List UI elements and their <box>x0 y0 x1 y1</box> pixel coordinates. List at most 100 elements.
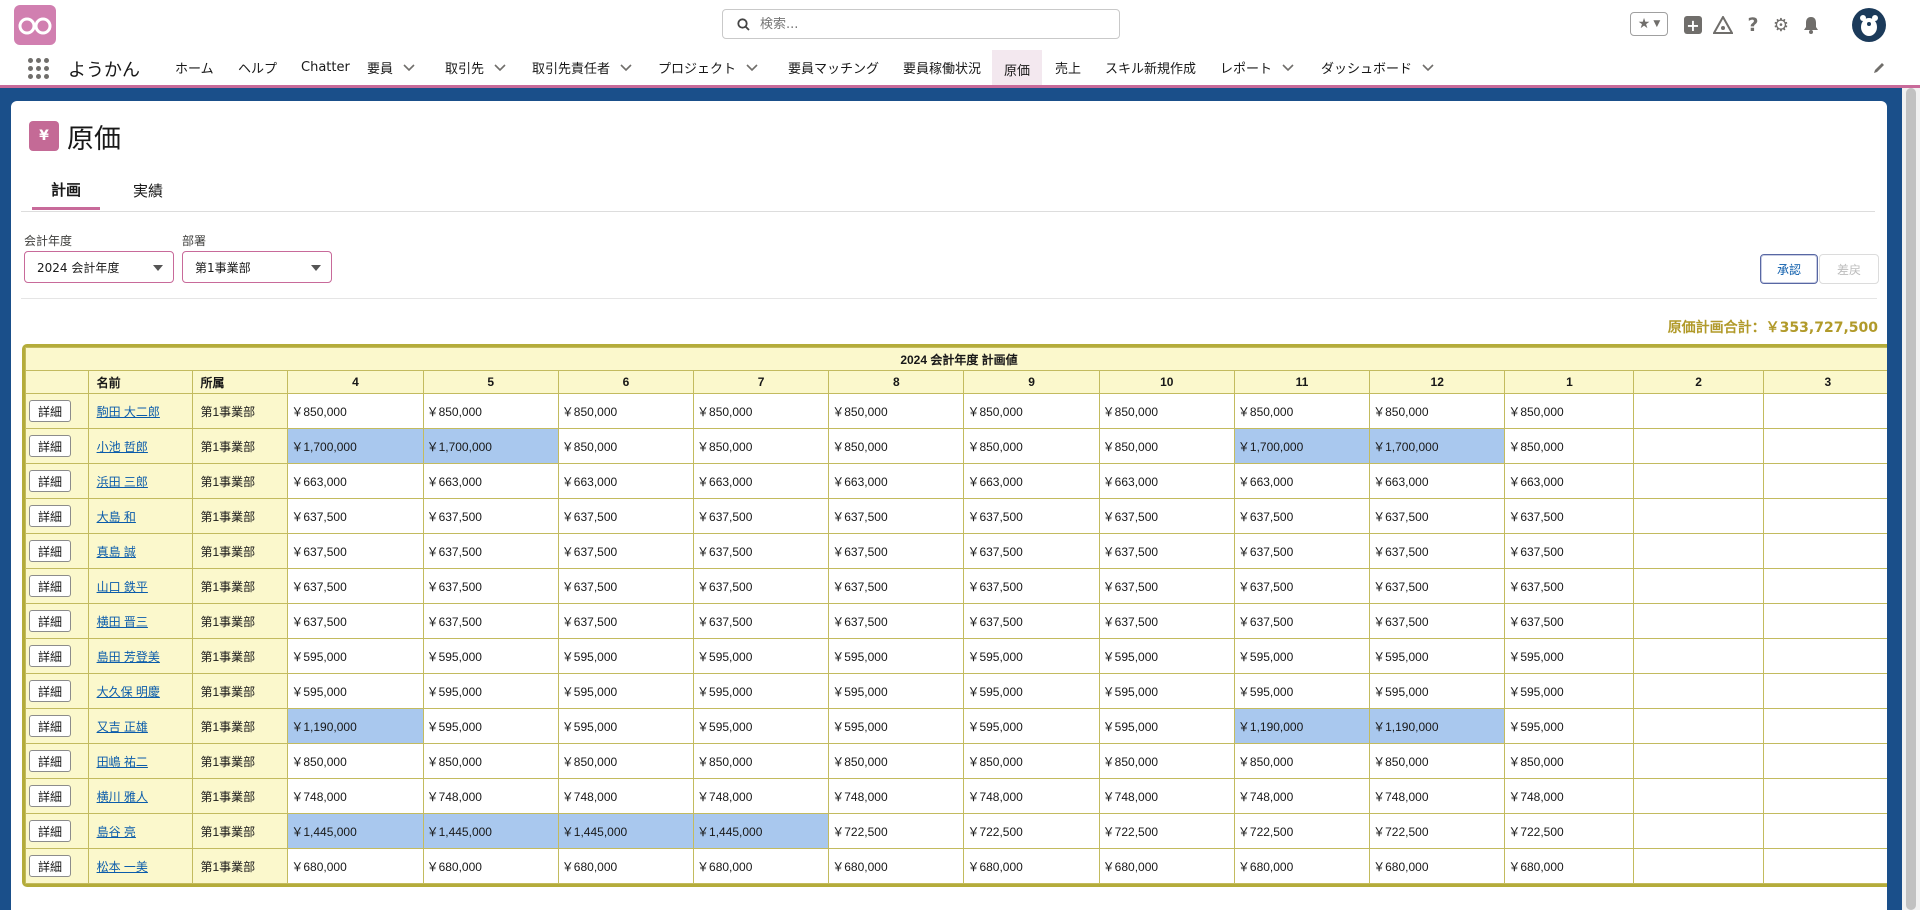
notification-bell-icon[interactable] <box>1800 14 1822 36</box>
month-value-cell[interactable]: ￥595,000 <box>963 673 1100 709</box>
month-value-cell[interactable]: ￥595,000 <box>1233 638 1371 674</box>
month-value-cell[interactable]: ￥637,500 <box>422 498 559 534</box>
nav-item-2[interactable]: Chatter <box>301 50 350 85</box>
month-value-cell[interactable]: ￥637,500 <box>828 533 965 569</box>
month-value-cell[interactable]: ￥595,000 <box>693 638 830 674</box>
month-value-cell[interactable]: ￥595,000 <box>422 638 559 674</box>
month-value-cell[interactable]: ￥637,500 <box>693 498 830 534</box>
month-value-cell[interactable] <box>1762 533 1887 569</box>
month-value-cell[interactable]: ￥637,500 <box>963 603 1100 639</box>
month-value-cell[interactable]: ￥595,000 <box>422 673 559 709</box>
nav-item-13[interactable]: ダッシュボード <box>1321 50 1434 85</box>
chevron-down-icon[interactable] <box>494 63 506 72</box>
month-value-cell[interactable]: ￥595,000 <box>1504 708 1635 744</box>
month-value-cell[interactable]: ￥722,500 <box>1233 813 1371 849</box>
month-value-cell[interactable]: ￥850,000 <box>963 743 1100 779</box>
month-value-cell[interactable]: ￥1,190,000 <box>1233 708 1371 744</box>
month-value-cell[interactable]: ￥850,000 <box>1369 743 1506 779</box>
page-scrollbar[interactable] <box>1902 88 1920 910</box>
month-value-cell[interactable]: ￥722,500 <box>1369 813 1506 849</box>
month-value-cell[interactable] <box>1633 778 1764 814</box>
month-value-cell[interactable]: ￥637,500 <box>422 568 559 604</box>
month-value-cell[interactable] <box>1633 568 1764 604</box>
month-value-cell[interactable]: ￥637,500 <box>1233 568 1371 604</box>
month-value-cell[interactable]: ￥637,500 <box>1369 498 1506 534</box>
month-value-cell[interactable]: ￥850,000 <box>1504 743 1635 779</box>
month-value-cell[interactable]: ￥637,500 <box>693 568 830 604</box>
month-value-cell[interactable]: ￥680,000 <box>693 848 830 884</box>
month-value-cell[interactable] <box>1762 673 1887 709</box>
employee-name-link[interactable]: 真島 誠 <box>97 545 136 559</box>
detail-button[interactable]: 詳細 <box>29 715 71 737</box>
detail-button[interactable]: 詳細 <box>29 400 71 422</box>
month-value-cell[interactable]: ￥637,500 <box>557 568 695 604</box>
month-value-cell[interactable]: ￥850,000 <box>1233 743 1371 779</box>
detail-button[interactable]: 詳細 <box>29 820 71 842</box>
detail-button[interactable]: 詳細 <box>29 785 71 807</box>
month-value-cell[interactable]: ￥722,500 <box>963 813 1100 849</box>
month-value-cell[interactable]: ￥595,000 <box>422 708 559 744</box>
global-actions-add-icon[interactable]: + <box>1684 16 1702 35</box>
edit-nav-pencil-icon[interactable] <box>1872 60 1886 79</box>
month-value-cell[interactable]: ￥850,000 <box>693 743 830 779</box>
month-value-cell[interactable]: ￥637,500 <box>963 498 1100 534</box>
month-value-cell[interactable]: ￥748,000 <box>557 778 695 814</box>
month-value-cell[interactable]: ￥637,500 <box>828 603 965 639</box>
month-value-cell[interactable] <box>1762 568 1887 604</box>
month-value-cell[interactable] <box>1633 673 1764 709</box>
month-value-cell[interactable]: ￥850,000 <box>1504 428 1635 464</box>
month-value-cell[interactable]: ￥637,500 <box>1504 533 1635 569</box>
month-value-cell[interactable]: ￥850,000 <box>828 428 965 464</box>
revert-button[interactable]: 差戻 <box>1819 254 1879 284</box>
month-value-cell[interactable]: ￥850,000 <box>828 743 965 779</box>
month-value-cell[interactable]: ￥680,000 <box>1233 848 1371 884</box>
month-value-cell[interactable]: ￥637,500 <box>287 533 424 569</box>
month-value-cell[interactable] <box>1633 708 1764 744</box>
month-value-cell[interactable]: ￥637,500 <box>1098 533 1235 569</box>
month-value-cell[interactable]: ￥595,000 <box>828 708 965 744</box>
month-value-cell[interactable]: ￥637,500 <box>557 603 695 639</box>
month-value-cell[interactable]: ￥595,000 <box>557 638 695 674</box>
month-value-cell[interactable]: ￥663,000 <box>1233 463 1371 499</box>
month-value-cell[interactable]: ￥637,500 <box>963 533 1100 569</box>
month-value-cell[interactable]: ￥637,500 <box>1098 498 1235 534</box>
month-value-cell[interactable] <box>1633 813 1764 849</box>
nav-item-5[interactable]: 取引先責任者 <box>532 50 632 85</box>
detail-button[interactable]: 詳細 <box>29 435 71 457</box>
month-value-cell[interactable]: ￥1,445,000 <box>422 813 559 849</box>
chevron-down-icon[interactable] <box>620 63 632 72</box>
month-value-cell[interactable]: ￥637,500 <box>693 533 830 569</box>
month-value-cell[interactable]: ￥850,000 <box>1233 393 1371 429</box>
month-value-cell[interactable]: ￥850,000 <box>1504 393 1635 429</box>
nav-item-7[interactable]: 要員マッチング <box>788 50 879 85</box>
month-value-cell[interactable]: ￥637,500 <box>828 498 965 534</box>
month-value-cell[interactable] <box>1762 498 1887 534</box>
month-value-cell[interactable]: ￥850,000 <box>422 743 559 779</box>
employee-name-link[interactable]: 浜田 三郎 <box>97 475 148 489</box>
month-value-cell[interactable]: ￥595,000 <box>1369 638 1506 674</box>
employee-name-link[interactable]: 小池 哲郎 <box>97 440 148 454</box>
month-value-cell[interactable] <box>1762 603 1887 639</box>
month-value-cell[interactable]: ￥637,500 <box>1233 498 1371 534</box>
nav-item-11[interactable]: スキル新規作成 <box>1105 50 1196 85</box>
month-value-cell[interactable]: ￥850,000 <box>1098 743 1235 779</box>
month-value-cell[interactable] <box>1762 778 1887 814</box>
detail-button[interactable]: 詳細 <box>29 540 71 562</box>
month-value-cell[interactable]: ￥637,500 <box>287 603 424 639</box>
month-value-cell[interactable] <box>1633 743 1764 779</box>
month-value-cell[interactable] <box>1762 393 1887 429</box>
detail-button[interactable]: 詳細 <box>29 645 71 667</box>
nav-item-6[interactable]: プロジェクト <box>658 50 758 85</box>
month-value-cell[interactable] <box>1633 463 1764 499</box>
month-value-cell[interactable]: ￥637,500 <box>828 568 965 604</box>
month-value-cell[interactable]: ￥850,000 <box>693 393 830 429</box>
month-value-cell[interactable]: ￥722,500 <box>828 813 965 849</box>
month-value-cell[interactable]: ￥663,000 <box>287 463 424 499</box>
search-input[interactable] <box>760 16 1090 32</box>
month-value-cell[interactable]: ￥850,000 <box>287 743 424 779</box>
month-value-cell[interactable]: ￥1,445,000 <box>693 813 830 849</box>
month-value-cell[interactable]: ￥637,500 <box>287 498 424 534</box>
month-value-cell[interactable]: ￥595,000 <box>287 673 424 709</box>
month-value-cell[interactable]: ￥748,000 <box>1369 778 1506 814</box>
favorites-button[interactable]: ★ ▼ <box>1630 12 1668 36</box>
